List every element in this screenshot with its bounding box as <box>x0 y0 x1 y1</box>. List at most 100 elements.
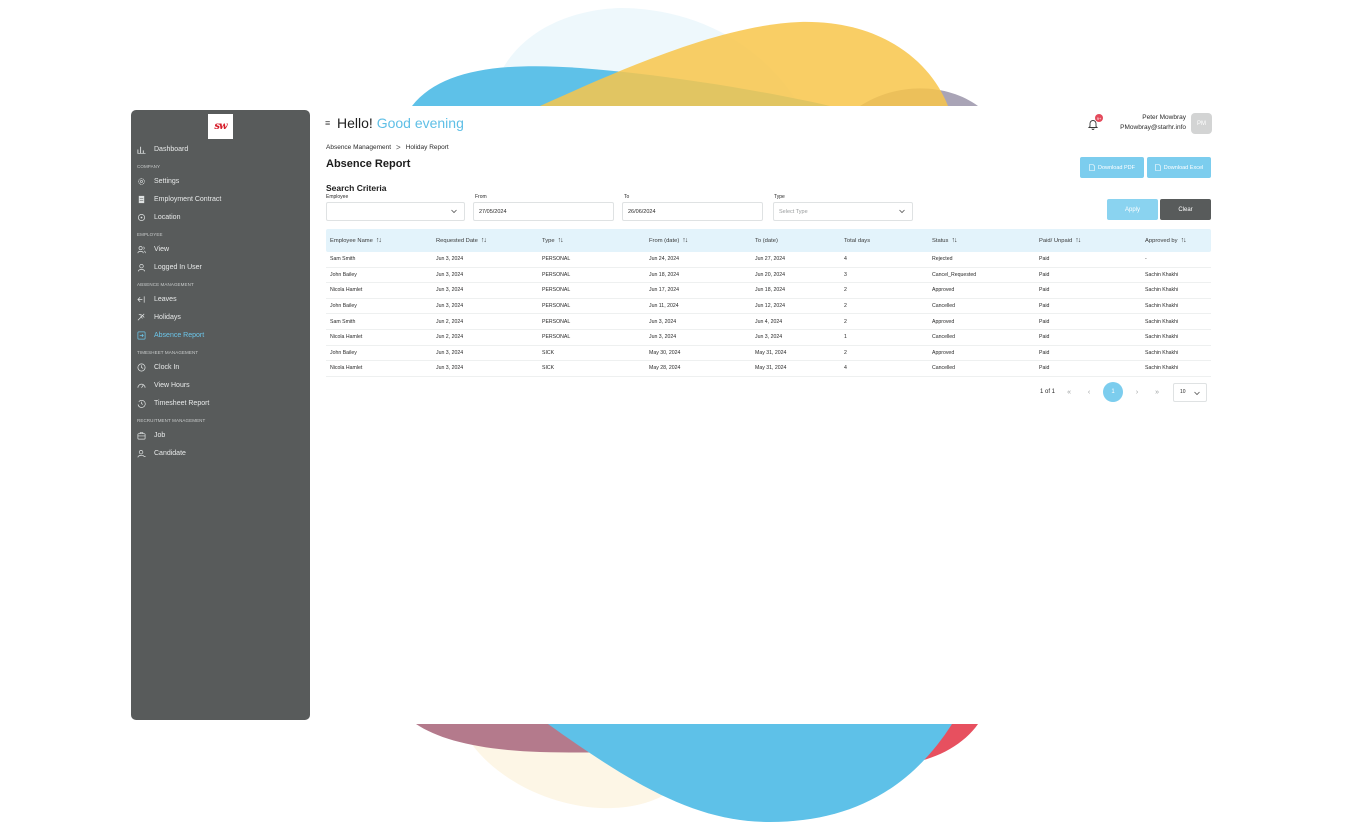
absence-table: Employee Name ↑↓ Requested Date ↑↓ Type ↑↓ … <box>326 229 1211 377</box>
table-cell: Sachin Khakhi <box>1145 334 1179 341</box>
table-cell: John Bailey <box>330 271 357 278</box>
table-row[interactable]: Nicola Hamlet Jun 3, 2024 PERSONAL Jun 17, … <box>326 283 1211 299</box>
col-status[interactable]: Status ↑↓ <box>928 237 1035 244</box>
sidebar-item-label: Job <box>154 431 166 439</box>
col-paid-unpaid[interactable]: Paid/ Unpaid ↑↓ <box>1035 237 1141 244</box>
table-cell: 2 <box>844 349 847 356</box>
table-cell: Jun 3, 2024 <box>649 334 677 341</box>
table-row[interactable]: Sam Smith Jun 2, 2024 PERSONAL Jun 3, 2024 J… <box>326 314 1211 330</box>
sort-icon[interactable]: ↑↓ <box>481 237 487 244</box>
to-date-field[interactable]: 26/06/2024 <box>622 202 763 221</box>
current-page-button[interactable]: 1 <box>1103 382 1124 402</box>
page-size-select[interactable]: 10 <box>1173 382 1208 402</box>
apply-button[interactable]: Apply <box>1107 199 1158 220</box>
sidebar-item-candidate[interactable]: Candidate <box>136 446 306 460</box>
clear-button[interactable]: Clear <box>1160 199 1211 220</box>
table-cell: 4 <box>844 256 847 263</box>
avatar[interactable]: PM <box>1191 113 1212 134</box>
briefcase-icon <box>136 430 146 440</box>
col-from-date[interactable]: From (date) ↑↓ <box>645 237 751 244</box>
sidebar-item-job[interactable]: Job <box>136 428 306 442</box>
sort-icon[interactable]: ↑↓ <box>951 237 957 244</box>
table-cell: Paid <box>1039 256 1050 263</box>
table-cell: May 31, 2024 <box>755 365 787 372</box>
sidebar-item-label: Dashboard <box>154 145 189 153</box>
table-cell: Jun 12, 2024 <box>755 303 785 310</box>
sidebar-item-employment-contract[interactable]: Employment Contract <box>136 192 306 206</box>
table-row[interactable]: Nicola Hamlet Jun 3, 2024 SICK May 28, 2024… <box>326 361 1211 377</box>
col-type[interactable]: Type ↑↓ <box>538 237 645 244</box>
table-cell: PERSONAL <box>542 334 571 341</box>
sidebar-item-view-hours[interactable]: View Hours <box>136 378 306 392</box>
notification-badge: 9+ <box>1095 114 1103 122</box>
employee-select[interactable] <box>326 202 465 221</box>
company-logo[interactable]: sw <box>208 114 233 139</box>
greeting-hello: Hello! <box>337 115 373 131</box>
sort-icon[interactable]: ↑↓ <box>682 237 688 244</box>
table-row[interactable]: John Bailey Jun 3, 2024 SICK May 30, 2024 Ma… <box>326 346 1211 362</box>
col-approved-by[interactable]: Approved by ↑↓ <box>1141 237 1211 244</box>
table-cell: Paid <box>1039 365 1050 372</box>
sort-icon[interactable]: ↑↓ <box>376 237 382 244</box>
sidebar-item-dashboard[interactable]: Dashboard <box>136 142 306 156</box>
table-cell: May 31, 2024 <box>755 349 787 356</box>
table-cell: 4 <box>844 365 847 372</box>
table-cell: Approved <box>932 287 955 294</box>
table-row[interactable]: Sam Smith Jun 3, 2024 PERSONAL Jun 24, 2024… <box>326 252 1211 268</box>
sort-icon[interactable]: ↑↓ <box>1181 237 1187 244</box>
breadcrumb-parent[interactable]: Absence Management <box>326 144 391 151</box>
sidebar-item-view[interactable]: View <box>136 242 306 256</box>
breadcrumb-separator-icon: > <box>396 143 401 152</box>
sidebar-item-label: View <box>154 245 170 253</box>
table-cell: PERSONAL <box>542 287 571 294</box>
gear-icon <box>136 176 146 186</box>
table-cell: Sam Smith <box>330 256 356 263</box>
sidebar-item-timesheet-report[interactable]: Timesheet Report <box>136 396 306 410</box>
table-cell: Cancel_Requested <box>932 271 977 278</box>
sidebar-item-clock-in[interactable]: Clock In <box>136 360 306 374</box>
menu-toggle-icon[interactable]: ≡ <box>325 118 330 128</box>
download-excel-button[interactable]: Download Excel <box>1147 157 1211 178</box>
sidebar-item-label: Logged In User <box>154 263 202 271</box>
first-page-icon[interactable]: « <box>1063 389 1075 396</box>
prev-page-icon[interactable]: ‹ <box>1083 389 1095 396</box>
sidebar-item-location[interactable]: Location <box>136 210 306 224</box>
table-cell: Jun 11, 2024 <box>649 303 679 310</box>
table-row[interactable]: John Bailey Jun 3, 2024 PERSONAL Jun 18, 20… <box>326 268 1211 284</box>
sidebar-item-absence-report[interactable]: Absence Report <box>136 328 306 342</box>
location-icon <box>136 212 146 222</box>
sidebar-item-holidays[interactable]: Holidays <box>136 310 306 324</box>
table-cell: Cancelled <box>932 365 956 372</box>
table-cell: PERSONAL <box>542 303 571 310</box>
sort-icon[interactable]: ↑↓ <box>1075 237 1081 244</box>
next-page-icon[interactable]: › <box>1131 389 1143 396</box>
to-date-value: 26/06/2024 <box>628 208 656 215</box>
sidebar-item-label: Settings <box>154 177 180 185</box>
beach-icon <box>136 312 146 322</box>
sidebar-item-leaves[interactable]: Leaves <box>136 292 306 306</box>
col-to-date: To (date) <box>751 238 840 244</box>
sidebar-item-label: View Hours <box>154 381 190 389</box>
table-cell: Jun 3, 2024 <box>436 287 464 294</box>
table-row[interactable]: Nicola Hamlet Jun 2, 2024 PERSONAL Jun 3, 2… <box>326 330 1211 346</box>
sort-icon[interactable]: ↑↓ <box>558 237 564 244</box>
col-requested-date[interactable]: Requested Date ↑↓ <box>432 237 538 244</box>
history-icon <box>136 398 146 408</box>
table-cell: Paid <box>1039 318 1050 325</box>
sidebar-item-label: Clock In <box>154 363 180 371</box>
sidebar: sw Dashboard COMPANY Settings Employment… <box>131 110 310 720</box>
table-row[interactable]: John Bailey Jun 3, 2024 PERSONAL Jun 11, 20… <box>326 299 1211 315</box>
employee-label: Employee <box>326 194 349 200</box>
from-date-field[interactable]: 27/05/2024 <box>473 202 614 221</box>
col-employee-name[interactable]: Employee Name ↑↓ <box>326 237 432 244</box>
last-page-icon[interactable]: » <box>1151 389 1163 396</box>
download-pdf-button[interactable]: Download PDF <box>1080 157 1144 178</box>
col-label: Type <box>542 237 555 244</box>
user-name: Peter Mowbray <box>1142 114 1186 121</box>
sidebar-item-logged-in-user[interactable]: Logged In User <box>136 260 306 274</box>
type-select[interactable]: Select Type <box>773 202 913 221</box>
sidebar-section-absence: ABSENCE MANAGEMENT <box>137 282 194 287</box>
sidebar-item-settings[interactable]: Settings <box>136 174 306 188</box>
type-label: Type <box>774 194 785 200</box>
breadcrumb: Absence Management > Holiday Report <box>326 143 449 152</box>
